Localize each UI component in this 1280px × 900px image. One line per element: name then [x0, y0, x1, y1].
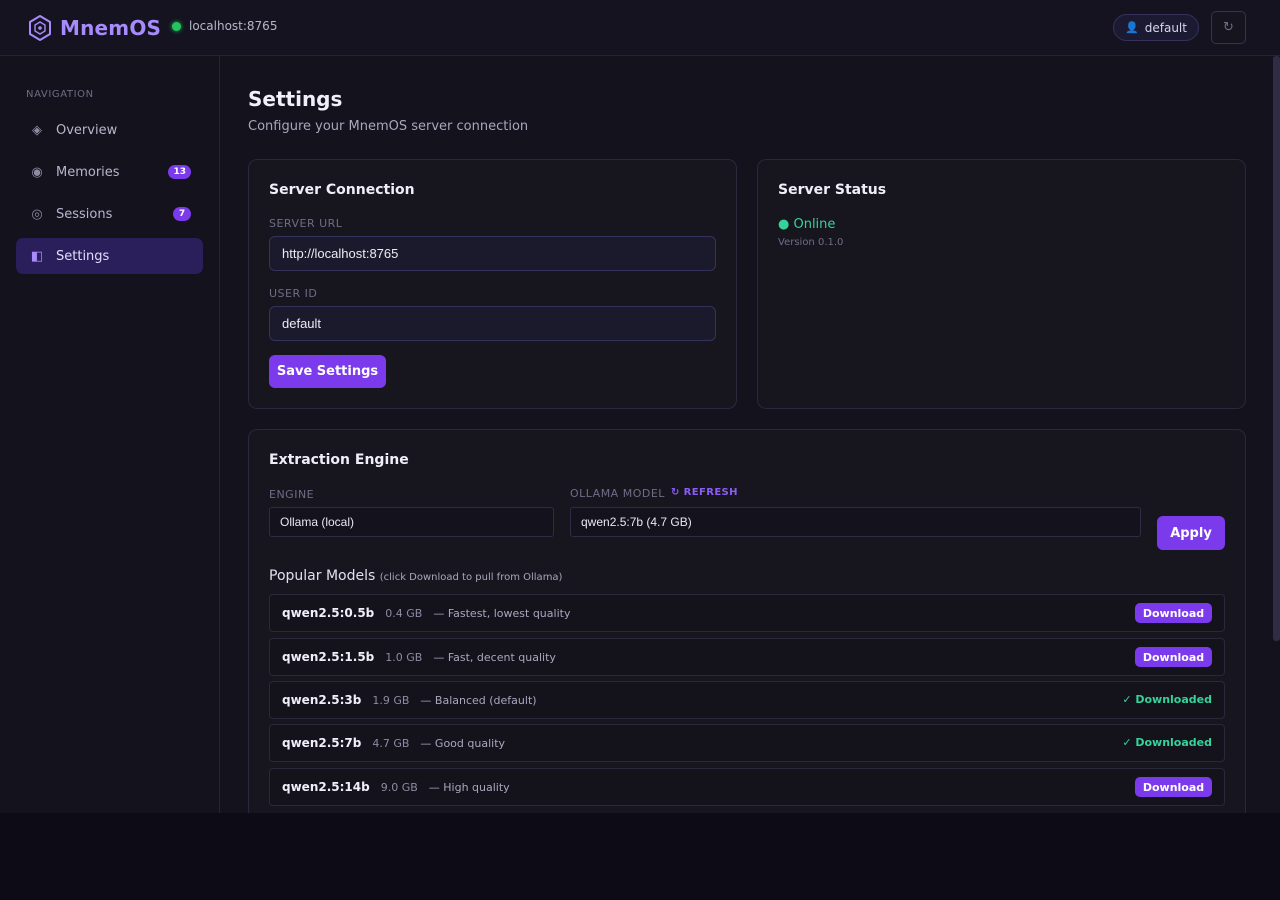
model-name: qwen2.5:7b: [282, 736, 362, 750]
user-pill[interactable]: 👤 default: [1113, 14, 1199, 41]
server-version: Version 0.1.0: [778, 237, 844, 248]
model-size: 1.9 GB: [372, 693, 410, 707]
card-title: Server Status: [778, 182, 887, 198]
status-online: ● Online: [778, 217, 836, 232]
model-row: qwen2.5:7b 4.7 GB — Good quality ✓ Downl…: [269, 724, 1225, 762]
popular-models-title: Popular Models: [269, 568, 376, 584]
circle-dot-icon: ◉: [31, 164, 43, 180]
server-status-card: Server Status ● Online Version 0.1.0: [757, 159, 1246, 409]
sidebar-item-memories[interactable]: ◉ Memories 13: [16, 154, 203, 190]
apply-button[interactable]: Apply: [1157, 516, 1225, 550]
server-connection-card: Server Connection SERVER URL http://loca…: [248, 159, 737, 409]
model-description: — Fastest, lowest quality: [433, 606, 571, 620]
sidebar: NAVIGATION ◈ Overview ◉ Memories 13 ◎ Se…: [0, 56, 220, 813]
diamond-icon: ◈: [32, 122, 42, 138]
page-title: Settings: [248, 87, 343, 111]
popular-models-heading: Popular Models (click Download to pull f…: [269, 568, 562, 584]
main-content: Settings Configure your MnemOS server co…: [220, 56, 1280, 813]
engine-label: ENGINE: [269, 488, 315, 501]
online-dot-icon: [172, 21, 181, 31]
refresh-models-link[interactable]: ↻ REFRESH: [671, 487, 738, 498]
logo[interactable]: MnemOS: [28, 15, 161, 41]
count-badge: 7: [173, 207, 191, 221]
model-size: 4.7 GB: [372, 736, 410, 750]
model-name: qwen2.5:1.5b: [282, 650, 375, 664]
popular-models-hint: (click Download to pull from Ollama): [379, 572, 563, 583]
model-name: qwen2.5:0.5b: [282, 606, 375, 620]
model-row: qwen2.5:14b 9.0 GB — High quality Downlo…: [269, 768, 1225, 806]
sidebar-item-label: Sessions: [56, 206, 113, 222]
count-badge: 13: [168, 165, 191, 179]
connection-indicator: localhost:8765: [172, 19, 277, 33]
scrollbar[interactable]: [1273, 56, 1280, 641]
model-row: qwen2.5:1.5b 1.0 GB — Fast, decent quali…: [269, 638, 1225, 676]
model-name: qwen2.5:14b: [282, 780, 370, 794]
settings-panel-icon: ◧: [30, 248, 44, 264]
downloaded-status: ✓ Downloaded: [1122, 693, 1212, 706]
user-name: default: [1144, 20, 1187, 35]
model-row: qwen2.5:3b 1.9 GB — Balanced (default) ✓…: [269, 681, 1225, 719]
download-button[interactable]: Download: [1135, 777, 1212, 797]
ollama-model-label: OLLAMA MODEL: [570, 487, 665, 500]
ollama-model-select[interactable]: qwen2.5:7b (4.7 GB): [570, 507, 1141, 537]
connection-host: localhost:8765: [189, 19, 278, 33]
refresh-icon: ↻: [1223, 20, 1234, 35]
sidebar-item-overview[interactable]: ◈ Overview: [16, 112, 203, 148]
sidebar-item-label: Overview: [56, 122, 118, 138]
extraction-engine-card: Extraction Engine ENGINE Ollama (local) …: [248, 429, 1246, 813]
sidebar-item-label: Settings: [56, 248, 110, 264]
sidebar-item-sessions[interactable]: ◎ Sessions 7: [16, 196, 203, 232]
save-settings-button[interactable]: Save Settings: [269, 355, 386, 388]
refresh-button[interactable]: ↻: [1211, 11, 1246, 44]
hexagon-logo-icon: [29, 15, 51, 41]
model-description: — Fast, decent quality: [433, 650, 556, 664]
download-button[interactable]: Download: [1135, 603, 1212, 623]
server-url-label: SERVER URL: [269, 217, 343, 230]
model-description: — Good quality: [420, 736, 506, 750]
model-description: — High quality: [428, 780, 510, 794]
user-icon: 👤: [1125, 21, 1139, 34]
engine-select[interactable]: Ollama (local): [269, 507, 554, 537]
downloaded-status: ✓ Downloaded: [1122, 736, 1212, 749]
target-icon: ◎: [31, 206, 43, 222]
user-id-input[interactable]: default: [269, 306, 716, 341]
app-name: MnemOS: [60, 16, 162, 40]
app-window: MnemOS localhost:8765 👤 default ↻ NAVIGA…: [0, 0, 1280, 813]
model-name: qwen2.5:3b: [282, 693, 362, 707]
model-row: qwen2.5:0.5b 0.4 GB — Fastest, lowest qu…: [269, 594, 1225, 632]
model-size: 1.0 GB: [385, 650, 423, 664]
model-description: — Balanced (default): [420, 693, 537, 707]
model-size: 0.4 GB: [385, 606, 423, 620]
sidebar-item-label: Memories: [56, 164, 120, 180]
server-url-input[interactable]: http://localhost:8765: [269, 236, 716, 271]
download-button[interactable]: Download: [1135, 647, 1212, 667]
top-bar: MnemOS localhost:8765 👤 default ↻: [0, 0, 1280, 56]
user-id-label: USER ID: [269, 287, 318, 300]
card-title: Extraction Engine: [269, 452, 409, 468]
sidebar-item-settings[interactable]: ◧ Settings: [16, 238, 203, 274]
nav-heading: NAVIGATION: [26, 89, 94, 100]
page-subtitle: Configure your MnemOS server connection: [248, 119, 529, 134]
card-title: Server Connection: [269, 182, 415, 198]
model-size: 9.0 GB: [380, 780, 418, 794]
